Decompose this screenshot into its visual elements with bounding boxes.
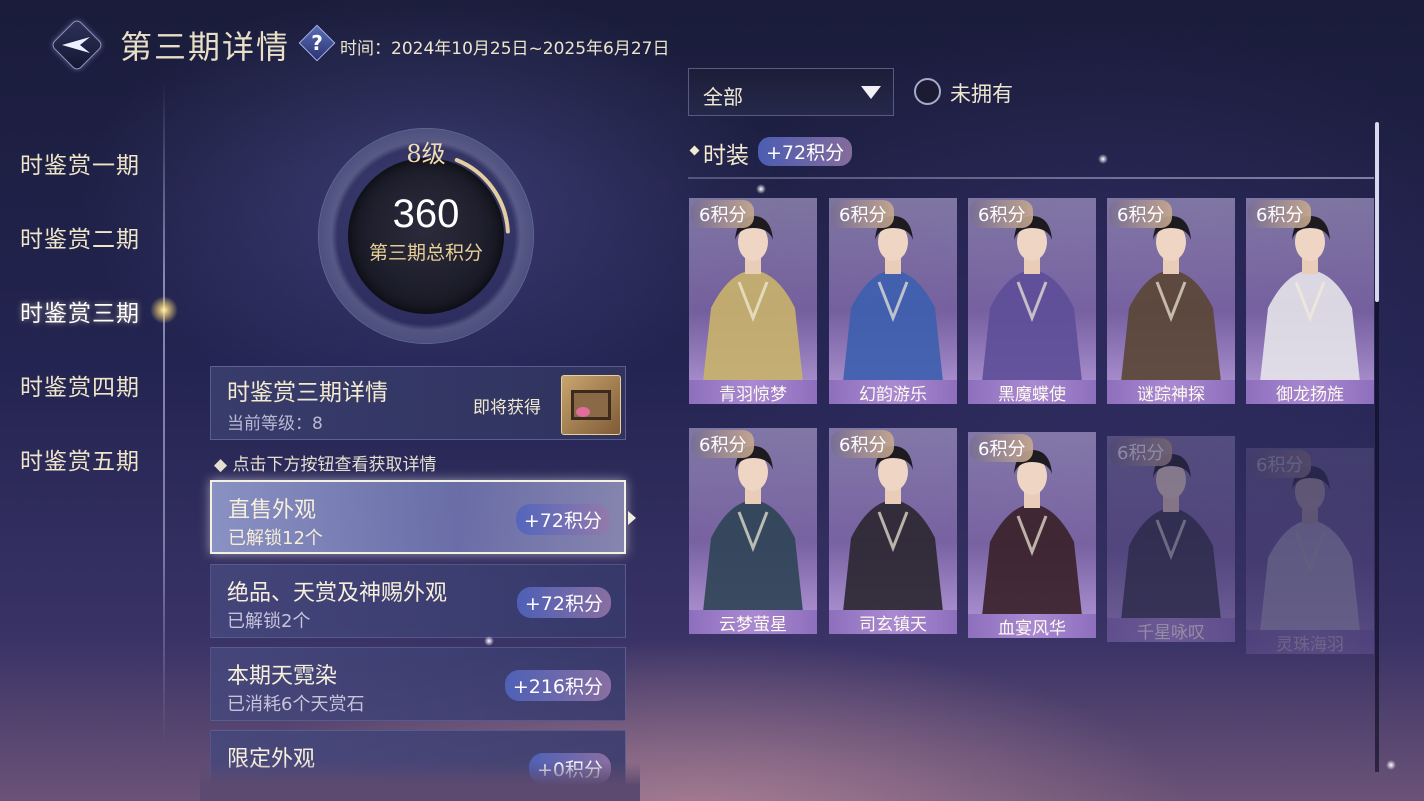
detail-title: 时鉴赏三期详情 — [227, 380, 388, 406]
list-fade — [200, 762, 640, 801]
category-points: +216积分 — [504, 670, 611, 701]
outfit-name: 青羽惊梦 — [689, 380, 817, 404]
outfit-name: 千星咏叹 — [1107, 618, 1235, 642]
category-direct-sale[interactable]: 直售外观 已解锁12个 +72积分 — [210, 480, 626, 554]
reward-item-icon[interactable] — [561, 375, 621, 435]
sparkle-icon — [484, 636, 494, 646]
back-button[interactable] — [50, 18, 104, 72]
outfit-points-badge: 6积分 — [831, 200, 895, 228]
unowned-radio[interactable] — [914, 78, 941, 105]
category-sub: 已解锁12个 — [228, 528, 323, 549]
section-bullet-icon — [689, 145, 700, 156]
category-name: 绝品、天赏及神赐外观 — [227, 581, 448, 606]
category-points: +72积分 — [515, 504, 610, 535]
score-ring: 8级 360 第三期总积分 — [318, 128, 534, 344]
period-time: 时间：2024年10月25日~2025年6月27日 — [340, 39, 670, 59]
outfit-name: 幻韵游乐 — [829, 380, 957, 404]
outfit-card[interactable]: 6积分幻韵游乐 — [829, 198, 957, 404]
category-sub: 已解锁2个 — [227, 611, 311, 632]
detail-current-level: 当前等级：8 — [227, 414, 323, 434]
ring-caption: 第三期总积分 — [368, 242, 483, 264]
sparkle-icon — [1386, 760, 1396, 770]
outfit-card[interactable]: 6积分青羽惊梦 — [689, 198, 817, 404]
active-arrow-icon — [628, 511, 636, 525]
outfit-name: 黑魔蝶使 — [968, 380, 1096, 404]
category-dye[interactable]: 本期天霓染 已消耗6个天赏石 +216积分 — [210, 647, 626, 721]
help-icon[interactable]: ? — [298, 24, 336, 62]
sidebar-item-period-2[interactable]: 时鉴赏二期 — [20, 220, 140, 254]
period-detail-card[interactable]: 时鉴赏三期详情 当前等级：8 即将获得 — [210, 366, 626, 440]
outfit-card[interactable]: 6积分血宴风华 — [968, 432, 1096, 638]
outfit-points-badge: 6积分 — [1248, 450, 1312, 478]
outfit-points-badge: 6积分 — [831, 430, 895, 458]
sidebar-item-period-1[interactable]: 时鉴赏一期 — [20, 146, 140, 180]
section-title: 时装 — [703, 143, 749, 169]
sparkle-icon — [756, 184, 766, 194]
outfit-name: 司玄镇天 — [829, 610, 957, 634]
category-points: +72积分 — [516, 587, 611, 618]
outfit-card[interactable]: 6积分云梦萤星 — [689, 428, 817, 634]
ring-total-score: 360 — [392, 192, 460, 236]
outfit-card[interactable]: 6积分御龙扬旌 — [1246, 198, 1374, 404]
outfit-points-badge: 6积分 — [691, 200, 755, 228]
outfit-card[interactable]: 6积分千星咏叹 — [1107, 436, 1235, 642]
chevron-down-icon — [861, 86, 881, 99]
category-name: 本期天霓染 — [227, 664, 338, 689]
hint-text: ◆ 点击下方按钮查看获取详情 — [214, 455, 437, 475]
sidebar-item-period-3[interactable]: 时鉴赏三期 — [20, 294, 140, 328]
outfit-points-badge: 6积分 — [1109, 438, 1173, 466]
outfit-points-badge: 6积分 — [970, 434, 1034, 462]
sidebar-item-period-4[interactable]: 时鉴赏四期 — [20, 368, 140, 402]
sidebar-divider — [163, 82, 165, 742]
detail-soon-label: 即将获得 — [473, 398, 541, 418]
ring-level: 8级 — [406, 140, 446, 168]
outfit-card[interactable]: 6积分谜踪神探 — [1107, 198, 1235, 404]
outfit-name: 谜踪神探 — [1107, 380, 1235, 404]
outfit-card[interactable]: 6积分黑魔蝶使 — [968, 198, 1096, 404]
section-points: +72积分 — [758, 137, 853, 166]
filter-selected-value: 全部 — [703, 85, 743, 109]
back-arrow-icon — [62, 37, 90, 53]
outfit-points-badge: 6积分 — [1109, 200, 1173, 228]
outfit-points-badge: 6积分 — [691, 430, 755, 458]
outfit-points-badge: 6积分 — [970, 200, 1034, 228]
outfit-card[interactable]: 6积分司玄镇天 — [829, 428, 957, 634]
unowned-label[interactable]: 未拥有 — [950, 78, 1013, 108]
outfit-name: 云梦萤星 — [689, 610, 817, 634]
sidebar-item-period-5[interactable]: 时鉴赏五期 — [20, 442, 140, 476]
sparkle-icon — [1098, 154, 1108, 164]
outfit-name: 血宴风华 — [968, 614, 1096, 638]
category-name: 直售外观 — [228, 498, 317, 523]
section-divider — [688, 177, 1374, 179]
scrollbar-thumb[interactable] — [1375, 122, 1379, 302]
outfit-name: 灵珠海羽 — [1246, 630, 1374, 654]
page-title: 第三期详情 — [120, 28, 291, 66]
outfit-name: 御龙扬旌 — [1246, 380, 1374, 404]
outfit-points-badge: 6积分 — [1248, 200, 1312, 228]
outfit-card[interactable]: 6积分灵珠海羽 — [1246, 448, 1374, 654]
category-premium[interactable]: 绝品、天赏及神赐外观 已解锁2个 +72积分 — [210, 564, 626, 638]
filter-dropdown[interactable]: 全部 — [688, 68, 894, 116]
active-star-icon — [150, 296, 178, 324]
category-sub: 已消耗6个天赏石 — [227, 694, 365, 715]
